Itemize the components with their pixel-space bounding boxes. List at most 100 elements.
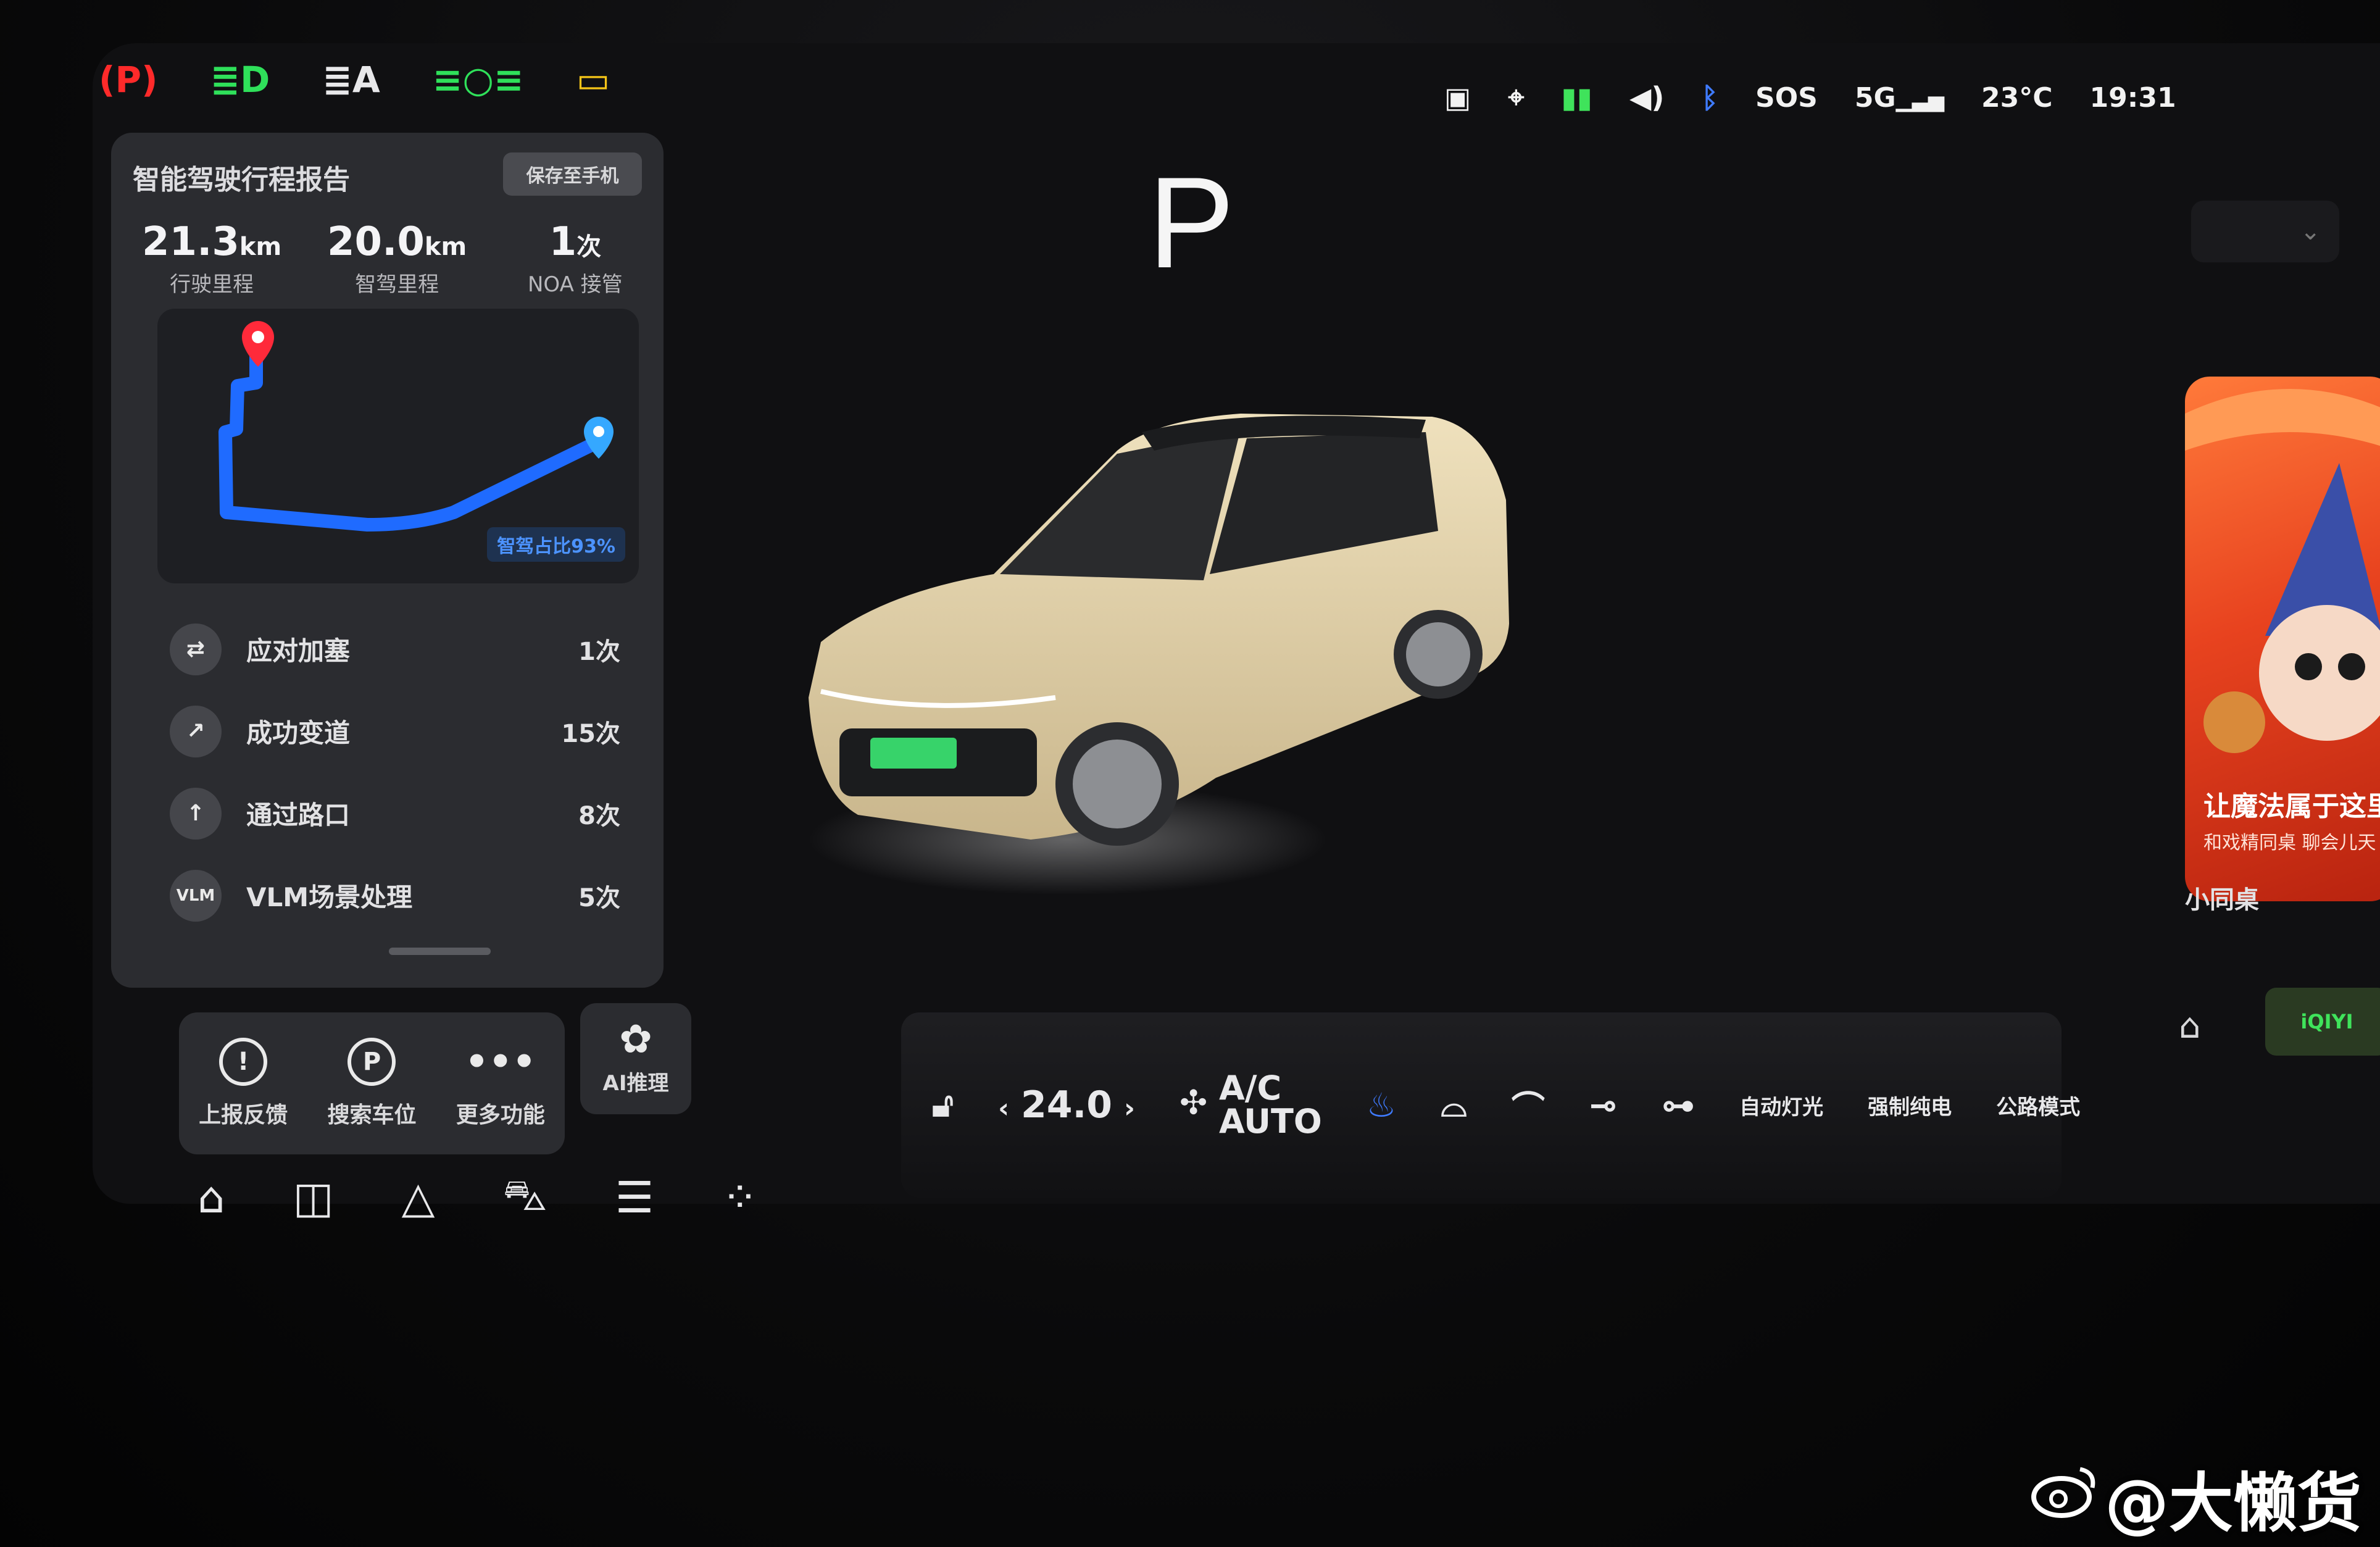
search-parking-label: 搜索车位 [327,1103,417,1128]
stat-unit: 次 [576,233,602,261]
event-count: 8次 [578,801,620,830]
temperature-control[interactable]: ‹ 24.0 › [998,1083,1135,1127]
chevron-down-icon: ⌄ [2300,217,2321,246]
controls-icon[interactable]: ☰ [615,1172,654,1223]
position-light-icon: ≡○≡ [432,59,524,101]
road-mode-button[interactable]: 公路模式 [1996,1090,2080,1120]
promo-card[interactable]: 让魔法属于这里 和戏精同桌 聊会儿天 [2185,377,2380,901]
auto-label: AUTO [1219,1102,1322,1141]
more-functions-button[interactable]: ••• 更多功能 [456,1038,545,1129]
network-signal: 5G▁▃▅ [1854,81,1945,114]
stat-unit: km [424,233,467,261]
more-functions-label: 更多功能 [456,1103,545,1128]
vehicle-3d-model[interactable] [772,346,1574,932]
stat-label: 智驾里程 [355,272,439,297]
unlock-icon[interactable]: 🔓︎ [932,1085,954,1125]
seat-heat-icon[interactable]: ♨ [1367,1086,1396,1125]
sos-button[interactable]: SOS [1755,82,1818,114]
auto-headlight-icon: ≣A [322,59,380,101]
feedback-button[interactable]: ! 上报反馈 [199,1038,288,1129]
home-icon[interactable]: ⌂ [198,1172,225,1223]
list-item: ⇄ 应对加塞 1次 [170,608,639,690]
profile-dropdown[interactable]: ⌄ [2191,201,2339,262]
route-map[interactable]: 智驾占比93% [157,309,639,583]
watermark-text: @大懒货 [2105,1466,2362,1541]
stat-unit: km [239,233,282,261]
battery-warning-icon: ▭ [576,59,610,101]
event-label: 通过路口 [246,800,351,830]
defrost-icon[interactable]: ⌓ [1441,1085,1467,1125]
signal-bars-icon: ▁▃▅ [1895,87,1945,112]
temp-down-icon[interactable]: ‹ [998,1093,1009,1124]
gear-indicator: P [1148,150,1235,295]
bluetooth-icon[interactable]: ᛒ [1701,81,1718,114]
navigation-icon[interactable]: △ [402,1172,435,1223]
event-count: 15次 [561,719,620,748]
volume-icon[interactable]: ◀) [1629,81,1664,114]
app-name-label: 小同桌 [2185,886,2259,914]
camera-icon[interactable]: ◫ [293,1172,333,1223]
feedback-icon: ! [219,1038,268,1086]
mirror-icon[interactable]: ⊸ [1589,1086,1617,1125]
location-icon: ⌖ [1508,80,1525,114]
screen-record-icon[interactable]: ▣ [1444,81,1471,114]
event-count: 5次 [578,883,620,912]
intersection-icon: ↑ [170,787,222,840]
wiper-icon[interactable]: ⌒ [1512,1081,1545,1130]
status-bar: ▣ ⌖ ▮▮ ◀) ᛒ SOS 5G▁▃▅ 23°C 19:31 [1444,80,2176,115]
iqiyi-app-button[interactable]: iQIYI [2265,988,2380,1056]
right-side-panel: ⌄ 让魔法属于这里 和戏精同桌 聊会儿天 小同桌 ⌂ iQIYI [2136,68,2380,1117]
car-icon[interactable]: ⛍ [502,1170,547,1226]
save-to-phone-button[interactable]: 保存至手机 [503,152,642,196]
event-label: 成功变道 [246,718,351,748]
ai-icon: ✿ [619,1017,652,1062]
ai-reasoning-label: AI推理 [602,1071,669,1096]
indicator-bar: (P) ≣D ≣A ≡○≡ ▭ [99,59,610,101]
auto-light-button[interactable]: 自动灯光 [1739,1090,1823,1120]
assisted-ratio-badge: 智驾占比93% [487,527,625,562]
promo-title: 让魔法属于这里 [2203,791,2380,822]
fan-icon: ✣ [1179,1083,1208,1122]
stat-total-distance: 21.3km 行驶里程 [142,219,281,298]
forced-ev-button[interactable]: 强制纯电 [1868,1090,1952,1120]
list-item: VLM VLM场景处理 5次 [170,854,639,936]
driving-report-card: 智能驾驶行程报告 保存至手机 21.3km 行驶里程 20.0km 智驾里程 1… [111,133,664,988]
more-icon: ••• [465,1040,536,1083]
temp-up-icon[interactable]: › [1124,1093,1135,1124]
vlm-icon: VLM [170,869,222,922]
feedback-label: 上报反馈 [199,1103,288,1128]
stat-label: NOA 接管 [528,272,623,297]
stat-label: 行驶里程 [170,272,254,297]
stat-value: 20.0 [327,219,425,265]
home-icon[interactable]: ⌂ [2179,1006,2201,1046]
stat-assisted-distance: 20.0km 智驾里程 [327,219,467,298]
parking-search-icon: P [347,1038,396,1086]
phone-battery-icon: ▮▮ [1561,81,1593,114]
stat-value: 21.3 [142,219,239,265]
promo-subtitle: 和戏精同桌 聊会儿天 [2203,832,2376,854]
event-label: VLM场景处理 [246,882,413,912]
search-parking-button[interactable]: P 搜索车位 [327,1038,417,1129]
charge-port-icon[interactable]: ⊶ [1662,1086,1695,1125]
climate-control-bar: 🔓︎ ‹ 24.0 › ✣ A/C AUTO ♨ ⌓ ⌒ ⊸ ⊶ 自动灯光 强制… [901,1012,2080,1198]
stat-value: 1 [549,219,577,265]
start-pin-icon [242,321,274,367]
event-label: 应对加塞 [246,636,351,666]
driving-action-bar: ! 上报反馈 P 搜索车位 ••• 更多功能 [179,1012,565,1154]
weibo-logo-icon [2031,1467,2095,1518]
event-count: 1次 [578,637,620,666]
outside-temperature: 23°C [1981,81,2053,114]
ai-reasoning-button[interactable]: ✿ AI推理 [580,1003,691,1114]
stat-noa-takeover: 1次 NOA 接管 [528,219,623,298]
wizard-illustration [2185,389,2380,753]
headlight-icon: ≣D [210,59,270,101]
temperature-value: 24.0 [1020,1083,1112,1127]
list-item: ↗ 成功变道 15次 [170,690,639,772]
app-dock: ⌂ ◫ △ ⛍ ☰ ⁘ [198,1142,883,1253]
lane-change-icon: ↗ [170,705,222,757]
fan-ac-auto-button[interactable]: ✣ A/C AUTO [1180,1072,1322,1138]
event-list: ⇄ 应对加塞 1次 ↗ 成功变道 15次 ↑ 通过路口 8次 VLM VLM场景… [170,608,639,936]
card-drag-handle[interactable] [389,948,491,955]
apps-icon[interactable]: ⁘ [722,1172,758,1223]
traffic-cut-in-icon: ⇄ [170,623,222,675]
